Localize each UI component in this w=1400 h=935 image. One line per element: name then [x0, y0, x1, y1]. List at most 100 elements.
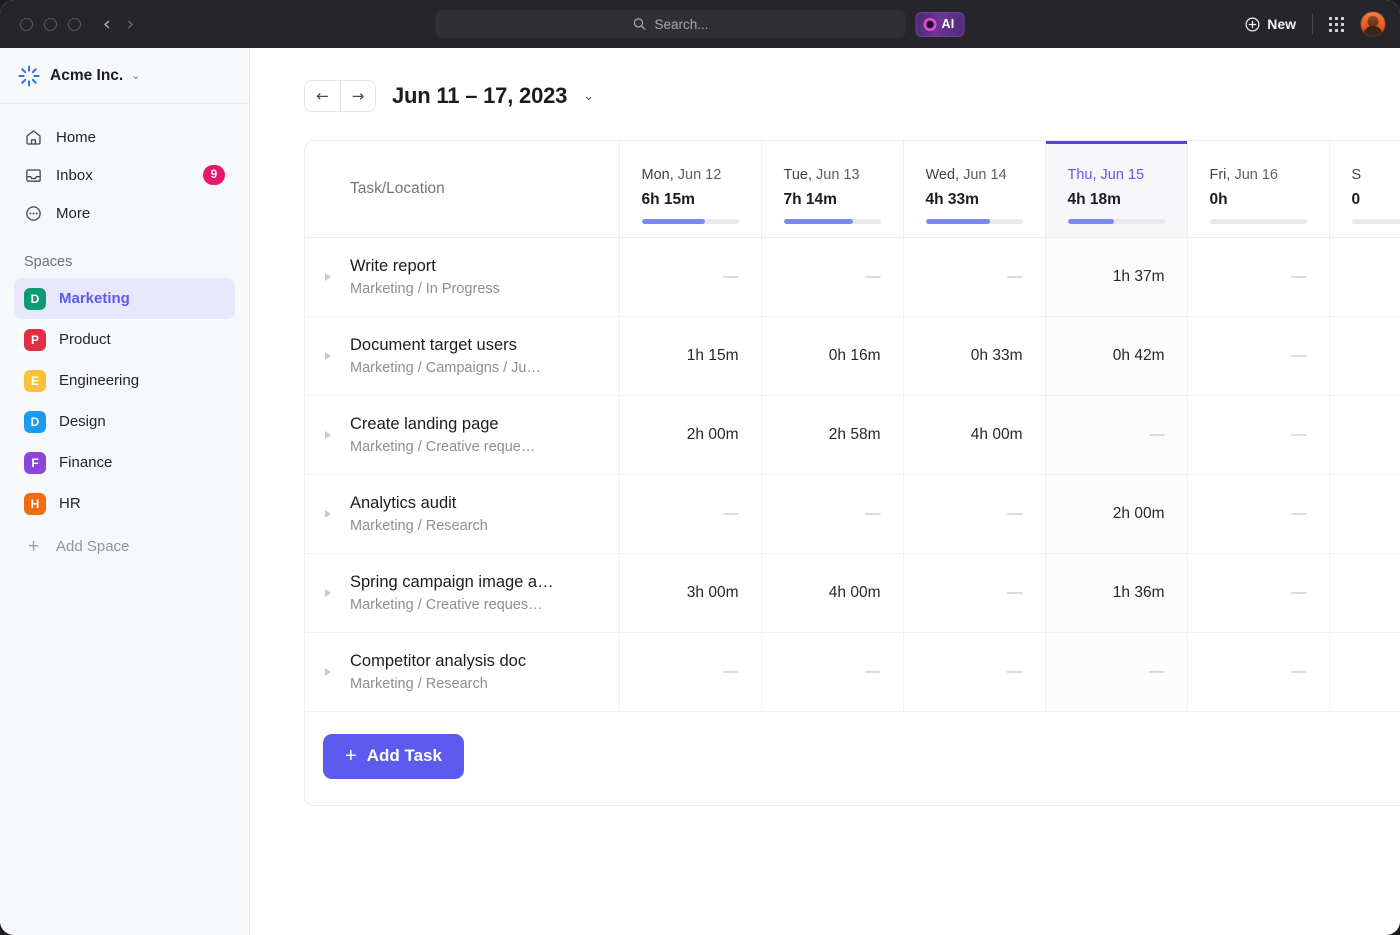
task-cell[interactable]: Document target users Marketing / Campai…: [305, 316, 619, 395]
spaces-list: D Marketing P Product E Engineering D De…: [0, 278, 249, 566]
time-cell[interactable]: —: [903, 474, 1045, 553]
table-row[interactable]: Document target users Marketing / Campai…: [305, 316, 1400, 395]
time-cell[interactable]: 4h 00m: [903, 395, 1045, 474]
chevron-down-icon[interactable]: ⌄: [583, 88, 594, 104]
time-cell[interactable]: —: [903, 553, 1045, 632]
add-task-button[interactable]: + Add Task: [323, 734, 464, 779]
time-cell[interactable]: —: [1045, 395, 1187, 474]
time-cell[interactable]: —: [1187, 553, 1329, 632]
add-space-button[interactable]: + Add Space: [14, 526, 235, 566]
time-cell[interactable]: —: [1187, 632, 1329, 711]
task-cell[interactable]: Analytics audit Marketing / Research: [305, 474, 619, 553]
apps-grid-icon[interactable]: [1329, 17, 1344, 32]
time-cell[interactable]: 0h 42m: [1045, 316, 1187, 395]
close-button[interactable]: [20, 18, 33, 31]
back-icon[interactable]: ‹: [103, 15, 111, 34]
prev-week-button[interactable]: ←: [305, 81, 340, 111]
day-header-wed[interactable]: Wed, Jun 14 4h 33m: [903, 141, 1045, 237]
ai-button[interactable]: AI: [916, 12, 965, 37]
time-cell[interactable]: 1h 15m: [619, 316, 761, 395]
sidebar-item-inbox[interactable]: Inbox 9: [14, 156, 235, 194]
space-avatar: P: [24, 329, 46, 351]
time-cell[interactable]: —: [1329, 474, 1400, 553]
forward-icon[interactable]: ›: [127, 15, 135, 34]
time-cell[interactable]: —: [619, 632, 761, 711]
time-cell[interactable]: —: [1329, 553, 1400, 632]
search-placeholder: Search...: [655, 17, 709, 32]
space-label: Marketing: [59, 290, 130, 307]
expand-caret-icon[interactable]: [325, 668, 331, 676]
sidebar-item-design[interactable]: D Design: [14, 401, 235, 442]
sidebar-item-marketing[interactable]: D Marketing: [14, 278, 235, 319]
time-cell[interactable]: —: [1187, 474, 1329, 553]
workspace-switcher[interactable]: Acme Inc. ⌄: [0, 48, 249, 104]
timesheet-table: Task/Location Mon, Jun 12 6h 15m Tue, Ju…: [305, 141, 1400, 712]
history-nav[interactable]: ‹ ›: [103, 15, 134, 34]
minimize-button[interactable]: [44, 18, 57, 31]
time-cell[interactable]: 1h 36m: [1045, 553, 1187, 632]
time-cell[interactable]: —: [1187, 237, 1329, 316]
time-cell[interactable]: —: [1187, 395, 1329, 474]
time-cell[interactable]: 0h 33m: [903, 316, 1045, 395]
time-cell[interactable]: —: [1329, 395, 1400, 474]
new-button[interactable]: New: [1245, 16, 1296, 32]
expand-caret-icon[interactable]: [325, 431, 331, 439]
time-cell[interactable]: —: [1045, 632, 1187, 711]
time-cell[interactable]: —: [619, 474, 761, 553]
window-controls[interactable]: [20, 18, 81, 31]
expand-caret-icon[interactable]: [325, 273, 331, 281]
sidebar-item-product[interactable]: P Product: [14, 319, 235, 360]
task-cell[interactable]: Spring campaign image a… Marketing / Cre…: [305, 553, 619, 632]
task-cell[interactable]: Competitor analysis doc Marketing / Rese…: [305, 632, 619, 711]
table-row[interactable]: Create landing page Marketing / Creative…: [305, 395, 1400, 474]
time-cell[interactable]: 1h 37m: [1045, 237, 1187, 316]
sidebar-item-label: Inbox: [56, 167, 93, 184]
time-cell[interactable]: —: [1329, 237, 1400, 316]
time-cell[interactable]: —: [761, 632, 903, 711]
time-cell[interactable]: 0h 16m: [761, 316, 903, 395]
day-header-fri[interactable]: Fri, Jun 16 0h: [1187, 141, 1329, 237]
day-header-date: S: [1352, 167, 1400, 183]
time-cell[interactable]: —: [903, 632, 1045, 711]
search-input[interactable]: Search...: [436, 10, 906, 38]
time-cell[interactable]: —: [1329, 632, 1400, 711]
time-cell[interactable]: 2h 00m: [619, 395, 761, 474]
expand-caret-icon[interactable]: [325, 510, 331, 518]
time-cell[interactable]: —: [1329, 316, 1400, 395]
time-cell[interactable]: 2h 00m: [1045, 474, 1187, 553]
task-cell[interactable]: Write report Marketing / In Progress: [305, 237, 619, 316]
maximize-button[interactable]: [68, 18, 81, 31]
sidebar-item-more[interactable]: More: [14, 194, 235, 232]
table-row[interactable]: Analytics audit Marketing / Research — —…: [305, 474, 1400, 553]
sidebar-item-finance[interactable]: F Finance: [14, 442, 235, 483]
time-cell[interactable]: 3h 00m: [619, 553, 761, 632]
time-cell[interactable]: —: [761, 474, 903, 553]
sidebar-item-home[interactable]: Home: [14, 118, 235, 156]
sidebar-item-hr[interactable]: H HR: [14, 483, 235, 524]
table-row[interactable]: Write report Marketing / In Progress — —…: [305, 237, 1400, 316]
time-cell[interactable]: —: [1187, 316, 1329, 395]
day-header-tue[interactable]: Tue, Jun 13 7h 14m: [761, 141, 903, 237]
time-cell[interactable]: 2h 58m: [761, 395, 903, 474]
workspace-name: Acme Inc.: [50, 67, 123, 85]
day-header-thu[interactable]: Thu, Jun 15 4h 18m: [1045, 141, 1187, 237]
next-week-button[interactable]: →: [340, 81, 375, 111]
time-cell[interactable]: —: [761, 237, 903, 316]
expand-caret-icon[interactable]: [325, 352, 331, 360]
sidebar-item-engineering[interactable]: E Engineering: [14, 360, 235, 401]
table-row[interactable]: Competitor analysis doc Marketing / Rese…: [305, 632, 1400, 711]
avatar[interactable]: [1360, 11, 1386, 37]
day-header-sat[interactable]: S 0: [1329, 141, 1400, 237]
day-header-mon[interactable]: Mon, Jun 12 6h 15m: [619, 141, 761, 237]
day-progress-bar: [1068, 219, 1165, 224]
search-icon: [633, 17, 647, 31]
new-button-label: New: [1267, 16, 1296, 32]
time-cell[interactable]: —: [619, 237, 761, 316]
task-cell[interactable]: Create landing page Marketing / Creative…: [305, 395, 619, 474]
table-row[interactable]: Spring campaign image a… Marketing / Cre…: [305, 553, 1400, 632]
time-cell[interactable]: 4h 00m: [761, 553, 903, 632]
topbar-actions: New: [1245, 11, 1386, 37]
plus-icon: +: [24, 537, 43, 556]
time-cell[interactable]: —: [903, 237, 1045, 316]
expand-caret-icon[interactable]: [325, 589, 331, 597]
